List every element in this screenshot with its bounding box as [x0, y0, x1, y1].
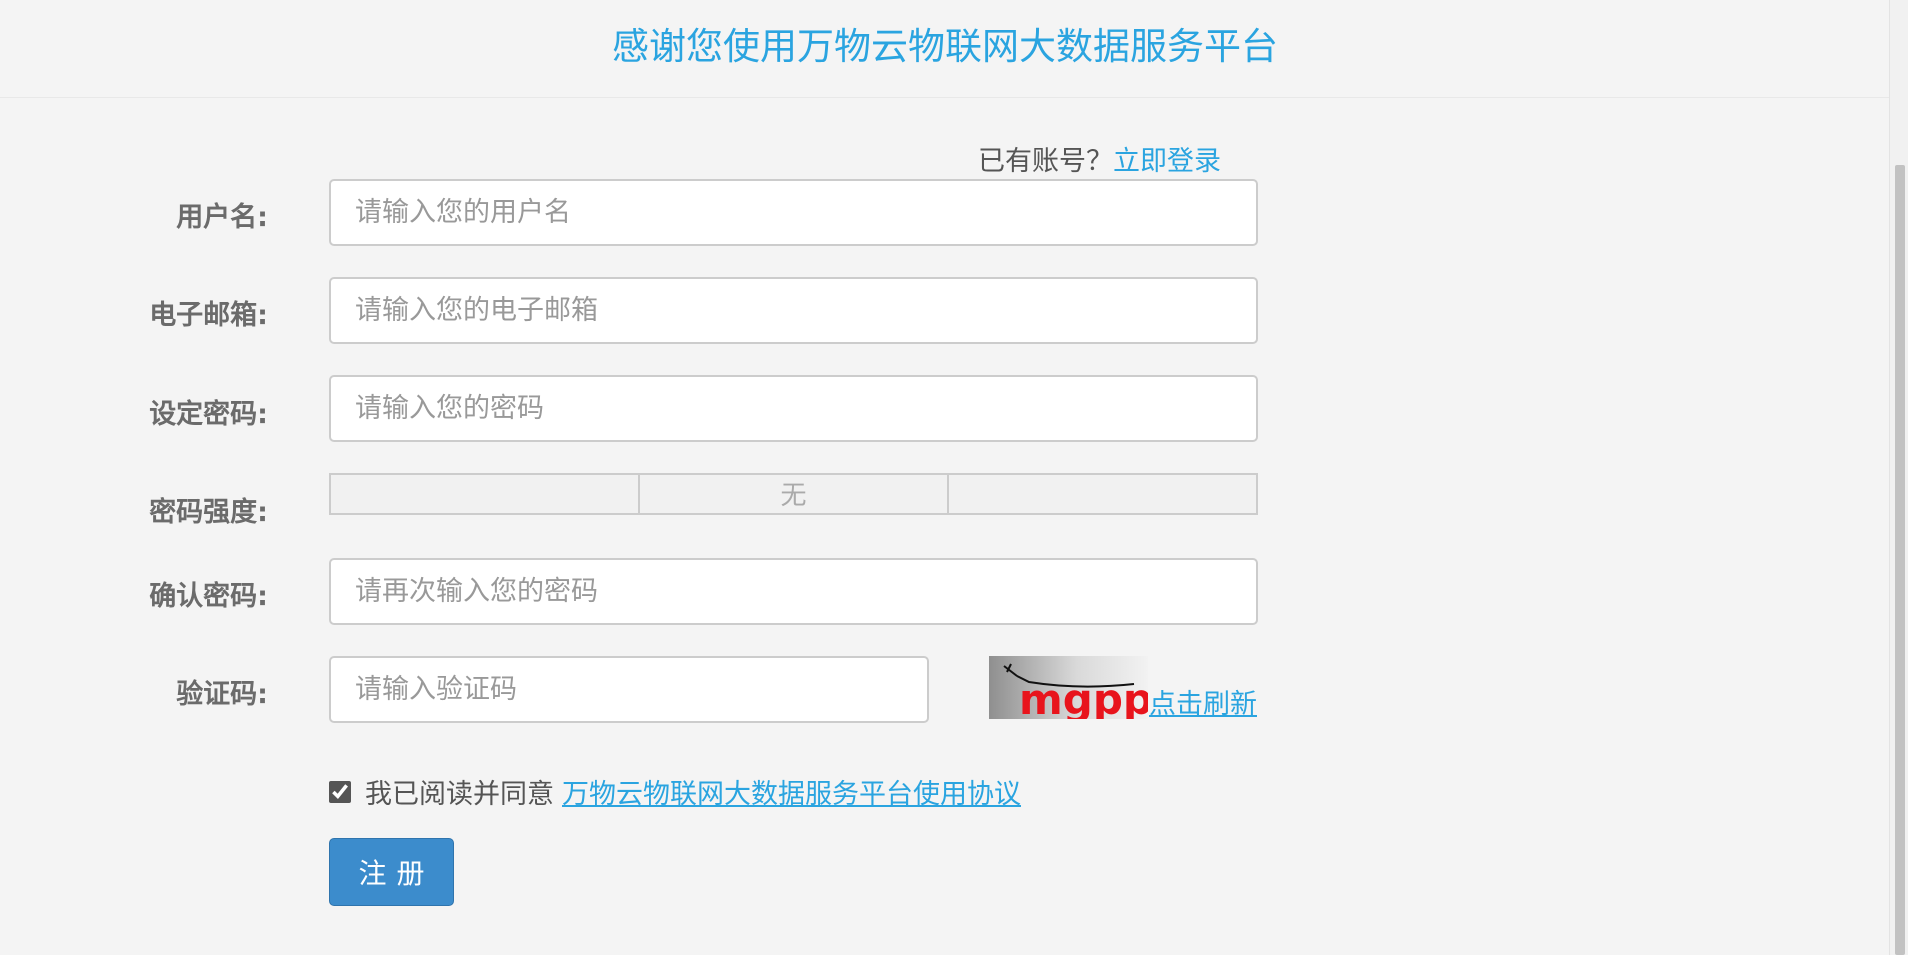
- password-strength-meter: 无: [329, 473, 1258, 515]
- login-link[interactable]: 立即登录: [1113, 146, 1221, 177]
- page-title: 感谢您使用万物云物联网大数据服务平台: [612, 25, 1278, 68]
- captcha-refresh-link[interactable]: 点击刷新: [1149, 682, 1257, 721]
- agreement-checkbox[interactable]: [329, 780, 351, 803]
- login-prompt: 已有账号？立即登录: [978, 139, 1221, 178]
- confirm-password-label: 确认密码:: [149, 581, 268, 612]
- captcha-label: 验证码:: [176, 679, 268, 710]
- email-input[interactable]: [329, 277, 1258, 344]
- email-label: 电子邮箱:: [149, 300, 268, 331]
- confirm-password-input[interactable]: [329, 558, 1258, 625]
- captcha-image[interactable]: mgpp: [989, 656, 1148, 719]
- agreement-link[interactable]: 万物云物联网大数据服务平台使用协议: [562, 772, 1021, 811]
- agreement-text: 我已阅读并同意: [365, 779, 554, 810]
- captcha-noise-icon: mgpp: [1003, 663, 1148, 719]
- register-button[interactable]: 注册: [329, 838, 454, 906]
- agreement-row: 我已阅读并同意 万物云物联网大数据服务平台使用协议: [329, 772, 1021, 811]
- strength-segment-medium: 无: [640, 475, 949, 513]
- strength-segment-weak: [331, 475, 640, 513]
- page-scrollbar[interactable]: [1889, 0, 1908, 955]
- captcha-text: mgpp: [1019, 675, 1148, 719]
- strength-label: 密码强度:: [149, 497, 268, 528]
- login-prompt-text: 已有账号？: [978, 146, 1113, 177]
- strength-segment-strong: [949, 475, 1256, 513]
- page-header: 感谢您使用万物云物联网大数据服务平台: [0, 0, 1890, 98]
- captcha-input[interactable]: [329, 656, 929, 723]
- password-label: 设定密码:: [149, 399, 268, 430]
- username-label: 用户名:: [176, 202, 268, 233]
- username-input[interactable]: [329, 179, 1258, 246]
- scrollbar-thumb[interactable]: [1895, 165, 1905, 955]
- password-input[interactable]: [329, 375, 1258, 442]
